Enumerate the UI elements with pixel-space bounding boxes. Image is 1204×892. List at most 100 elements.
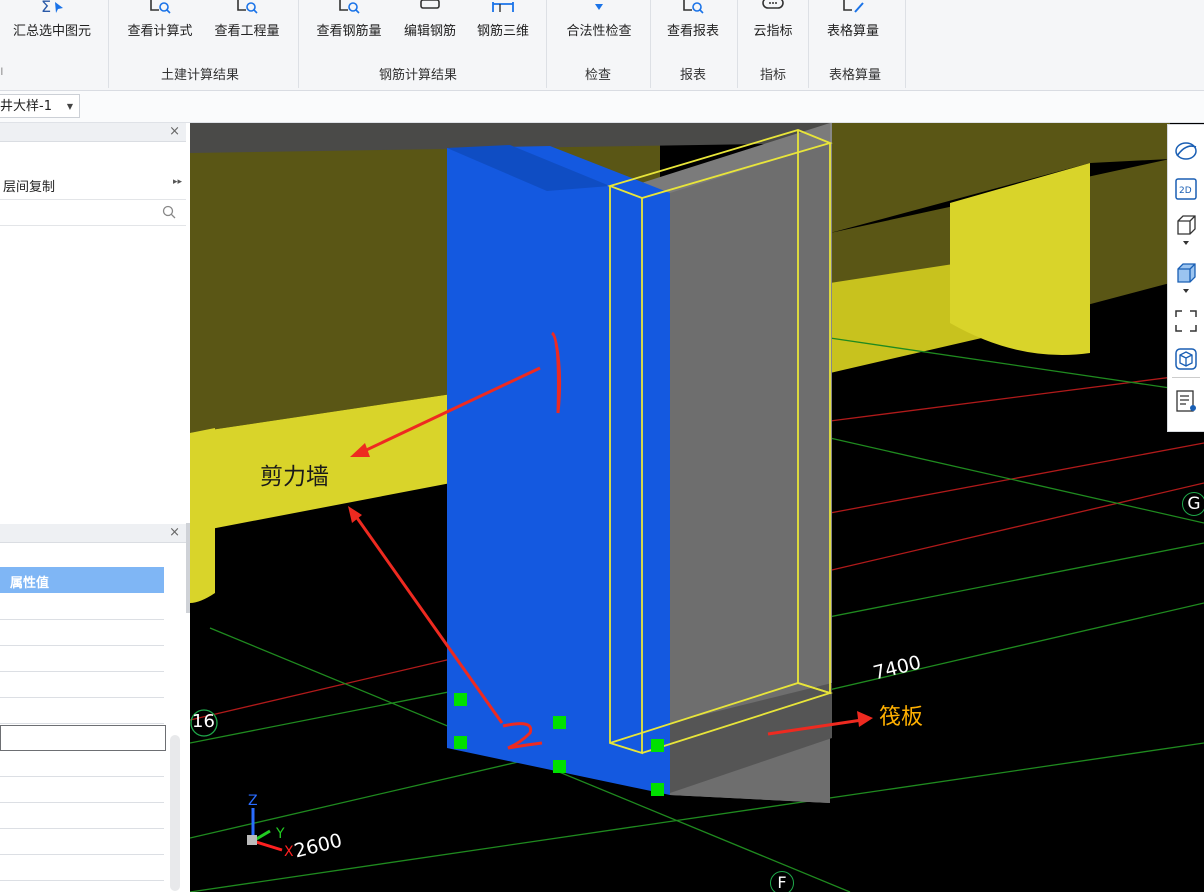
- table-calc-button[interactable]: 表格算量: [818, 0, 888, 48]
- view-formula-label: 查看计算式: [127, 24, 193, 39]
- view-rebar-qty-label: 查看钢筋量: [316, 24, 382, 39]
- axis-label-f: F: [770, 871, 794, 892]
- close-icon[interactable]: ×: [169, 524, 180, 542]
- ribbon-toolbar: Σ 汇总选中图元 查看计算式 查看工程量 查看钢筋量 编辑钢筋 钢筋三维 合法性…: [0, 0, 1204, 91]
- ribbon-separator: [737, 0, 738, 88]
- list-view-icon[interactable]: [1174, 389, 1198, 413]
- annotation-shear-wall: 剪力墙: [260, 464, 329, 490]
- 3d-viewport[interactable]: Z Y X 剪力墙 筏板 7400 2600 16 G F: [190, 123, 1204, 892]
- handle-point[interactable]: [454, 736, 467, 749]
- view-quantity-label: 查看工程量: [214, 24, 280, 39]
- handle-point[interactable]: [553, 760, 566, 773]
- gizmo-x-axis: [252, 839, 283, 852]
- view-quantity-icon: [237, 0, 258, 14]
- view-formula-button[interactable]: 查看计算式: [120, 0, 200, 48]
- table-row[interactable]: [0, 751, 164, 777]
- left-panel: × 层间复制 ▸▸ × 属性值: [0, 123, 191, 892]
- edit-rebar-icon: [420, 0, 440, 9]
- table-row[interactable]: [0, 646, 164, 672]
- group-index: 指标: [760, 68, 787, 83]
- chevron-down-icon[interactable]: [1174, 237, 1198, 249]
- property-panel-header: ×: [0, 524, 186, 543]
- cube-solid-icon[interactable]: [1174, 261, 1198, 285]
- view-rebar-qty-button[interactable]: 查看钢筋量: [309, 0, 389, 48]
- view-formula-icon: [150, 0, 171, 14]
- panel-toolbar: 层间复制 ▸▸: [0, 167, 186, 200]
- handle-point[interactable]: [454, 693, 467, 706]
- annotation-raft: 筏板: [879, 705, 924, 730]
- cloud-index-icon: [762, 0, 784, 9]
- grid-line-red: [829, 372, 1204, 422]
- view-rebar-icon: [339, 0, 360, 14]
- group-rebar-results: 钢筋计算结果: [379, 68, 458, 83]
- more-icon[interactable]: ▸▸: [173, 177, 182, 187]
- fullscreen-icon[interactable]: [1174, 309, 1198, 333]
- shear-wall-front: [447, 146, 670, 795]
- legality-check-button[interactable]: 合法性检查: [556, 0, 642, 48]
- edit-rebar-button[interactable]: 编辑钢筋: [396, 0, 464, 48]
- group-report: 报表: [680, 68, 707, 83]
- sum-cursor-icon: Σ: [41, 0, 63, 14]
- grid-line-green: [829, 437, 1204, 524]
- cloud-index-button[interactable]: 云指标: [745, 0, 801, 48]
- cube-wireframe-icon[interactable]: [1174, 213, 1198, 237]
- gizmo-origin: [247, 835, 257, 845]
- sub-toolbar: 井大样-1 ▼: [0, 91, 1204, 123]
- table-row[interactable]: [0, 777, 164, 803]
- gizmo-z-label: Z: [248, 793, 258, 809]
- table-row[interactable]: [0, 803, 164, 829]
- ribbon-separator: [298, 0, 299, 88]
- table-row[interactable]: [0, 672, 164, 698]
- svg-text:Σ: Σ: [41, 0, 51, 14]
- view-tool-strip: 2D: [1167, 124, 1204, 432]
- table-row[interactable]: [0, 855, 164, 881]
- ribbon-group-fragment: ı: [0, 64, 4, 79]
- component-search-input[interactable]: [0, 201, 186, 226]
- view-2d-icon[interactable]: 2D: [1174, 177, 1198, 201]
- ribbon-separator: [650, 0, 651, 88]
- component-panel-header: ×: [0, 123, 186, 142]
- table-row[interactable]: [0, 594, 164, 620]
- search-icon[interactable]: [162, 205, 176, 219]
- chevron-down-icon[interactable]: [1174, 285, 1198, 297]
- orbit-icon[interactable]: [1174, 139, 1198, 163]
- drawing-selector[interactable]: 井大样-1 ▼: [0, 94, 80, 118]
- property-value-column: 属性值: [10, 576, 50, 591]
- handle-point[interactable]: [651, 783, 664, 796]
- view-cube-icon[interactable]: [1174, 347, 1198, 371]
- drawing-selector-value: 井大样-1: [0, 99, 52, 114]
- property-scrollbar[interactable]: [170, 735, 180, 891]
- table-calc-label: 表格算量: [826, 24, 879, 39]
- legality-check-label: 合法性检查: [566, 24, 632, 39]
- rebar-3d-label: 钢筋三维: [476, 24, 529, 39]
- close-icon[interactable]: ×: [169, 123, 180, 141]
- 3d-scene[interactable]: Z Y X: [190, 123, 1204, 892]
- handle-point[interactable]: [553, 716, 566, 729]
- view-report-icon: [683, 0, 704, 14]
- handle-point[interactable]: [651, 739, 664, 752]
- property-table-header: 属性值: [0, 567, 164, 593]
- group-check: 检查: [585, 68, 612, 83]
- rebar-3d-button[interactable]: 钢筋三维: [468, 0, 538, 48]
- axis-label-16: 16: [192, 711, 215, 732]
- table-row[interactable]: [0, 829, 164, 855]
- ribbon-separator: [108, 0, 109, 88]
- ribbon-separator: [808, 0, 809, 88]
- view-quantity-button[interactable]: 查看工程量: [207, 0, 287, 48]
- grid-line-red: [829, 442, 1204, 514]
- ribbon-separator: [546, 0, 547, 88]
- tool-divider: [1172, 377, 1200, 378]
- group-civil-results: 土建计算结果: [161, 68, 240, 83]
- axis-label-g: G: [1182, 492, 1204, 516]
- annotation-arrowhead: [857, 711, 873, 727]
- table-row-selected[interactable]: [0, 725, 166, 751]
- view-report-label: 查看报表: [666, 24, 719, 39]
- floor-copy-button[interactable]: 层间复制: [3, 176, 55, 195]
- cloud-index-label: 云指标: [753, 24, 793, 39]
- table-row[interactable]: [0, 698, 164, 724]
- summary-selected-button[interactable]: Σ 汇总选中图元: [6, 0, 98, 48]
- table-row[interactable]: [0, 620, 164, 646]
- group-table-calc: 表格算量: [829, 68, 882, 83]
- svg-text:2D: 2D: [1179, 186, 1192, 196]
- view-report-button[interactable]: 查看报表: [658, 0, 728, 48]
